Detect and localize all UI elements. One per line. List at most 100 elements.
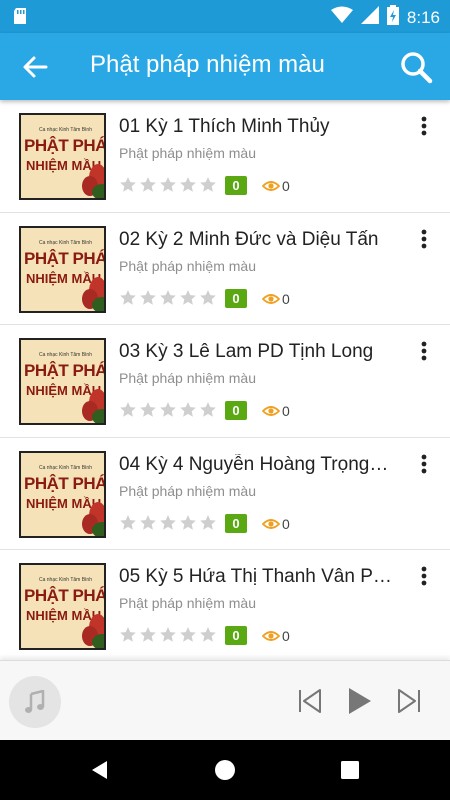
- cover-small-text: Ca nhạc Kinh Tâm Bình: [39, 352, 92, 358]
- star-icon[interactable]: [199, 401, 217, 419]
- cover-title-line1: PHẬT PHÁP: [24, 136, 106, 155]
- cover-title-line1: PHẬT PHÁP: [24, 248, 106, 268]
- rating-badge: 0: [225, 288, 247, 308]
- view-count: 0: [282, 403, 290, 419]
- star-icon[interactable]: [139, 401, 157, 419]
- page-title: Phật pháp nhiệm màu: [90, 51, 325, 78]
- star-icon[interactable]: [119, 514, 137, 532]
- lotus-flower-icon: [82, 614, 104, 648]
- star-icon[interactable]: [119, 401, 137, 419]
- previous-track-icon[interactable]: [296, 687, 324, 715]
- nav-home-icon[interactable]: [214, 759, 236, 781]
- star-icon[interactable]: [179, 176, 197, 194]
- list-item[interactable]: Ca nhạc Kinh Tâm Bình PHẬT PHÁP NHIỆM MẦ…: [0, 550, 450, 660]
- eye-icon: [262, 631, 280, 641]
- rating-stars[interactable]: [119, 626, 217, 644]
- back-arrow-icon[interactable]: [18, 50, 52, 84]
- album-cover-thumbnail: Ca nhạc Kinh Tâm Bình PHẬT PHÁP NHIỆM MẦ…: [19, 450, 106, 538]
- star-icon[interactable]: [119, 289, 137, 307]
- sd-card-icon: [12, 7, 28, 30]
- track-subtitle: Phật pháp nhiệm màu: [119, 482, 256, 499]
- star-icon[interactable]: [179, 626, 197, 644]
- star-icon[interactable]: [159, 289, 177, 307]
- nav-recents-icon[interactable]: [339, 759, 361, 781]
- star-icon[interactable]: [139, 626, 157, 644]
- battery-charging-icon: [386, 5, 399, 30]
- cover-small-text: Ca nhạc Kinh Tâm Bình: [39, 577, 92, 583]
- more-options-icon[interactable]: [416, 227, 432, 251]
- star-icon[interactable]: [179, 289, 197, 307]
- cover-title-line1: PHẬT PHÁP: [24, 586, 106, 605]
- cover-title-line1: PHẬT PHÁP: [24, 361, 106, 380]
- rating-stars[interactable]: [119, 176, 217, 194]
- track-title: 01 Kỳ 1 Thích Minh Thủy: [119, 116, 330, 137]
- star-icon[interactable]: [159, 626, 177, 644]
- star-icon[interactable]: [139, 289, 157, 307]
- cover-small-text: Ca nhạc Kinh Tâm Bình: [39, 464, 92, 471]
- track-title: 03 Kỳ 3 Lê Lam PD Tịnh Long: [119, 341, 374, 362]
- album-cover-thumbnail: Ca nhạc Kinh Tâm Bình PHẬT PHÁP NHIỆM MẦ…: [19, 225, 106, 313]
- music-note-icon[interactable]: [9, 676, 61, 728]
- star-icon[interactable]: [199, 514, 217, 532]
- list-item[interactable]: Ca nhạc Kinh Tâm Bình PHẬT PHÁP NHIỆM MẦ…: [0, 438, 450, 550]
- view-count: 0: [282, 628, 290, 644]
- wifi-icon: [330, 6, 353, 29]
- star-icon[interactable]: [159, 401, 177, 419]
- more-options-icon[interactable]: [416, 564, 432, 588]
- rating-badge: 0: [225, 401, 247, 420]
- play-icon[interactable]: [346, 686, 374, 716]
- star-icon[interactable]: [139, 176, 157, 194]
- track-title: 04 Kỳ 4 Nguyễn Hoàng Trọng…: [119, 453, 389, 475]
- star-icon[interactable]: [119, 176, 137, 194]
- eye-icon: [262, 406, 280, 416]
- more-options-icon[interactable]: [416, 114, 432, 138]
- eye-icon: [262, 293, 280, 304]
- view-count: 0: [282, 290, 290, 307]
- view-count: 0: [282, 515, 290, 532]
- list-item[interactable]: Ca nhạc Kinh Tâm Bình PHẬT PHÁP NHIỆM MẦ…: [0, 213, 450, 325]
- star-icon[interactable]: [159, 514, 177, 532]
- eye-icon: [262, 518, 280, 529]
- view-count: 0: [282, 178, 290, 194]
- star-icon[interactable]: [199, 176, 217, 194]
- star-icon[interactable]: [119, 626, 137, 644]
- cover-small-text: Ca nhạc Kinh Tâm Bình: [39, 127, 92, 133]
- mini-player: [0, 660, 450, 740]
- album-cover-thumbnail: Ca nhạc Kinh Tâm Bình PHẬT PHÁP NHIỆM MẦ…: [19, 563, 106, 650]
- track-subtitle: Phật pháp nhiệm màu: [119, 595, 256, 611]
- lotus-flower-icon: [82, 276, 104, 311]
- app-bar: Phật pháp nhiệm màu: [0, 33, 450, 100]
- track-subtitle: Phật pháp nhiệm màu: [119, 145, 256, 161]
- lotus-flower-icon: [82, 501, 104, 536]
- signal-icon: [360, 6, 379, 29]
- cover-title-line1: PHẬT PHÁP: [24, 473, 106, 493]
- list-item[interactable]: Ca nhạc Kinh Tâm Bình PHẬT PHÁP NHIỆM MẦ…: [0, 325, 450, 438]
- nav-back-icon[interactable]: [89, 759, 111, 781]
- next-track-icon[interactable]: [395, 687, 423, 715]
- star-icon[interactable]: [199, 289, 217, 307]
- search-icon[interactable]: [398, 49, 434, 85]
- track-list: Ca nhạc Kinh Tâm Bình PHẬT PHÁP NHIỆM MẦ…: [0, 100, 450, 660]
- star-icon[interactable]: [179, 401, 197, 419]
- album-cover-thumbnail: Ca nhạc Kinh Tâm Bình PHẬT PHÁP NHIỆM MẦ…: [19, 113, 106, 200]
- rating-stars[interactable]: [119, 401, 217, 419]
- album-cover-thumbnail: Ca nhạc Kinh Tâm Bình PHẬT PHÁP NHIỆM MẦ…: [19, 338, 106, 425]
- list-item[interactable]: Ca nhạc Kinh Tâm Bình PHẬT PHÁP NHIỆM MẦ…: [0, 100, 450, 213]
- more-options-icon[interactable]: [416, 452, 432, 476]
- star-icon[interactable]: [159, 176, 177, 194]
- status-time: 8:16: [406, 7, 440, 27]
- status-bar: 8:16: [0, 0, 450, 33]
- track-title: 02 Kỳ 2 Minh Đức và Diệu Tấn: [119, 228, 379, 250]
- star-icon[interactable]: [139, 514, 157, 532]
- track-subtitle: Phật pháp nhiệm màu: [119, 370, 256, 386]
- star-icon[interactable]: [179, 514, 197, 532]
- more-options-icon[interactable]: [416, 339, 432, 363]
- star-icon[interactable]: [199, 626, 217, 644]
- lotus-flower-icon: [82, 164, 104, 198]
- track-subtitle: Phật pháp nhiệm màu: [119, 257, 256, 274]
- eye-icon: [262, 181, 280, 191]
- rating-stars[interactable]: [119, 289, 217, 307]
- rating-stars[interactable]: [119, 514, 217, 532]
- cover-small-text: Ca nhạc Kinh Tâm Bình: [39, 239, 92, 246]
- lotus-flower-icon: [82, 389, 104, 423]
